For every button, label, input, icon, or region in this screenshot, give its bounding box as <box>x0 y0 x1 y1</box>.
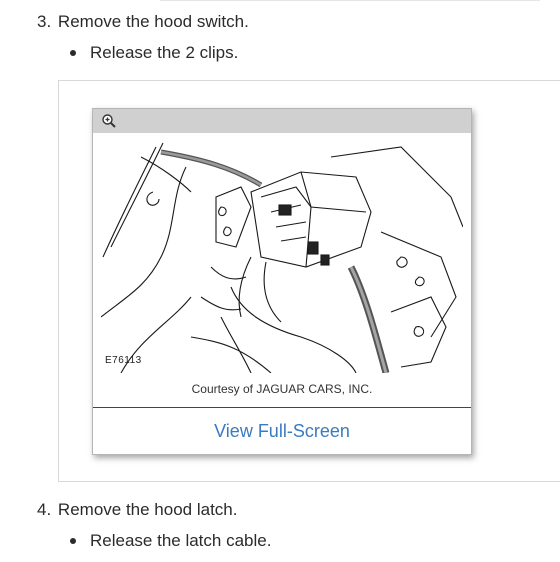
step-4-bullet: Release the latch cable. <box>70 530 271 552</box>
top-divider <box>160 0 540 1</box>
figure-toolbar <box>93 109 471 133</box>
card-divider <box>93 407 471 408</box>
figure-caption: Courtesy of JAGUAR CARS, INC. <box>191 382 373 396</box>
figure-card: E76113 Courtesy of JAGUAR CARS, INC. Vie… <box>92 108 472 455</box>
step-3-bullet-text: Release the 2 clips. <box>90 43 239 62</box>
bullet-dot <box>70 538 76 544</box>
step-3-bullet: Release the 2 clips. <box>70 42 238 64</box>
zoom-in-icon[interactable] <box>101 113 117 129</box>
bullet-dot <box>70 50 76 56</box>
step-3-text: Remove the hood switch. <box>57 12 249 31</box>
step-4-bullet-text: Release the latch cable. <box>90 531 272 550</box>
view-full-screen-link[interactable]: View Full-Screen <box>93 421 471 442</box>
step-4-text: Remove the hood latch. <box>57 500 238 519</box>
figure-code: E76113 <box>105 355 142 366</box>
step-3-number: 3. <box>37 12 52 31</box>
hood-switch-diagram[interactable] <box>101 137 463 373</box>
step-4-number: 4. <box>37 500 52 519</box>
step-4: 4. Remove the hood latch. <box>37 499 237 521</box>
step-3: 3. Remove the hood switch. <box>37 11 249 33</box>
